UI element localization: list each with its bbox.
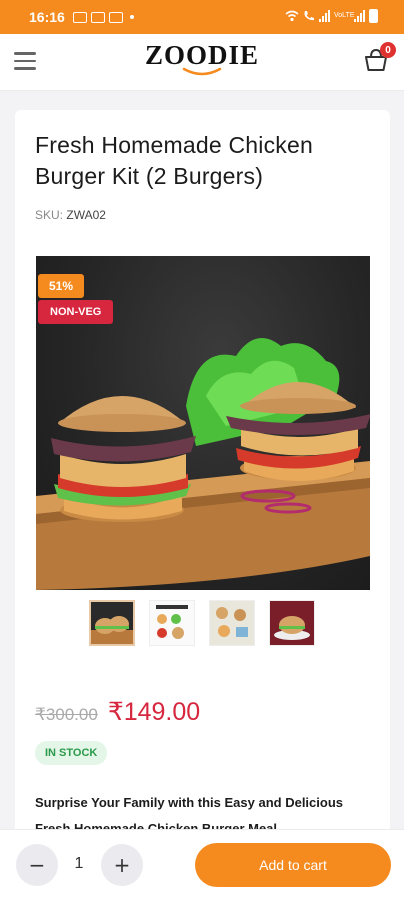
increase-quantity-button[interactable]: + — [101, 844, 143, 886]
thumbnail-ingredients[interactable] — [209, 600, 255, 646]
notification-icons — [72, 11, 134, 23]
plated-burger-thumb-image — [270, 601, 314, 645]
sale-price: ₹149.00 — [107, 698, 201, 726]
status-bar: 16:16 VoLTE — [0, 0, 404, 34]
signal-icon-2 — [354, 10, 365, 22]
cart-action-bar: − 1 + Add to cart — [0, 829, 404, 901]
non-veg-badge: NON-VEG — [38, 300, 114, 324]
discount-badge: 51% — [38, 274, 85, 298]
product-main-image[interactable]: 51% NON-VEG — [36, 256, 370, 590]
zoodie-logo[interactable]: ZOODIE — [0, 40, 404, 77]
product-title: Fresh Homemade Chicken Burger Kit (2 Bur… — [35, 132, 313, 189]
ingredients-thumb-image — [210, 601, 254, 645]
add-to-cart-button[interactable]: Add to cart — [195, 843, 391, 887]
original-price: ₹300.00 — [35, 705, 98, 724]
cart-icon[interactable]: 0 — [362, 42, 396, 74]
status-time: 16:16 — [29, 9, 65, 25]
meal-kit-thumb-image — [150, 601, 194, 645]
system-icons: VoLTE — [285, 9, 378, 23]
sku-row: SKU: ZWA02 — [35, 208, 106, 222]
app-notification-icon — [108, 11, 123, 23]
quantity-value: 1 — [74, 855, 84, 872]
stock-status-badge: IN STOCK — [35, 741, 108, 765]
decrease-quantity-button[interactable]: − — [16, 844, 58, 886]
burger-thumb-image — [91, 602, 133, 644]
product-card: Fresh Homemade Chicken Burger Kit (2 Bur… — [15, 110, 390, 870]
price-row: ₹300.00 ₹149.00 — [35, 697, 200, 727]
call-icon — [304, 11, 314, 21]
volte-label: VoLTE — [334, 12, 355, 19]
more-notifications-icon — [129, 15, 134, 19]
wifi-icon — [285, 10, 299, 22]
sku-value: ZWA02 — [66, 208, 106, 222]
cart-count-badge: 0 — [380, 42, 396, 58]
thumbnail-meal-kit[interactable] — [149, 600, 195, 646]
battery-icon — [369, 9, 378, 23]
thumbnail-plated-burger[interactable] — [269, 600, 315, 646]
logo-text: ZOODIE — [144, 40, 260, 70]
thumbnail-burger[interactable] — [89, 600, 135, 646]
signal-icon-1 — [319, 10, 330, 22]
sku-label: SKU: — [35, 208, 64, 222]
gallery-notification-icon — [72, 11, 87, 23]
message-notification-icon — [90, 11, 105, 23]
app-header: ZOODIE 0 — [0, 34, 404, 91]
thumbnail-strip — [89, 600, 315, 646]
